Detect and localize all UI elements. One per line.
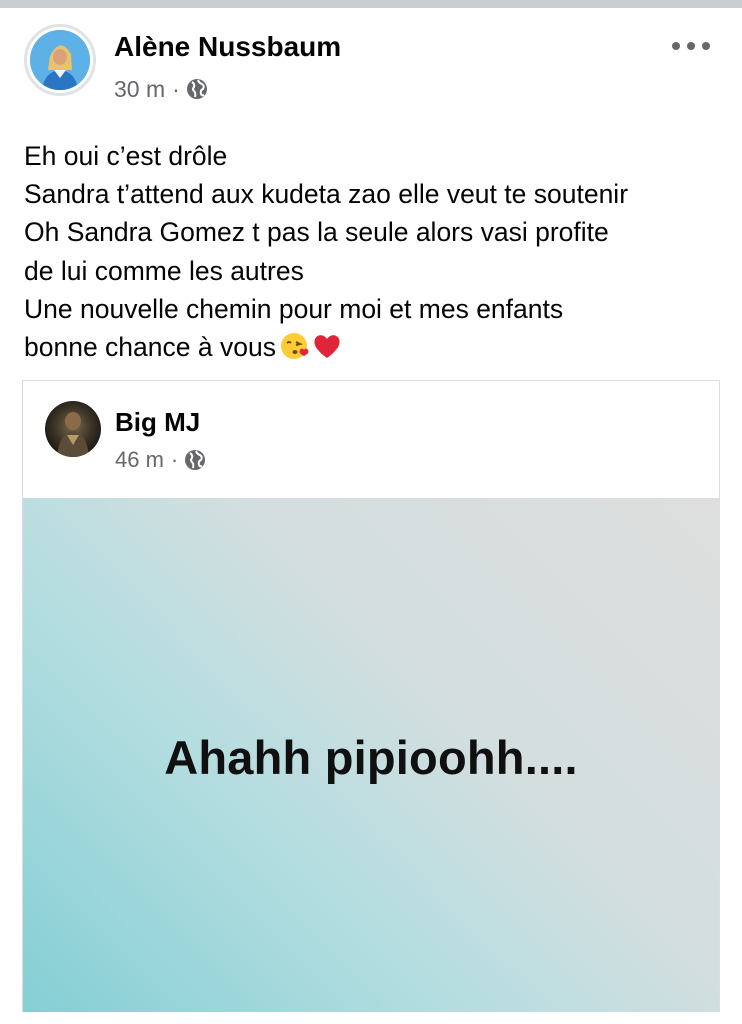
post-text-line: bonne chance à vous: [24, 332, 342, 362]
globe-icon[interactable]: [184, 449, 206, 471]
shared-post-meta: 46 m ·: [115, 445, 206, 475]
author-avatar[interactable]: [30, 30, 90, 90]
avatar-photo-icon: [30, 30, 90, 90]
shared-post-text: Ahahh pipioohh....: [164, 731, 578, 784]
post-text-line-content: bonne chance à vous: [24, 332, 276, 363]
meta-separator: ·: [172, 75, 180, 102]
post-text-line: Eh oui c’est drôle: [24, 141, 228, 171]
shared-author-name[interactable]: Big MJ: [115, 407, 200, 438]
post-body-text: Eh oui c’est drôle Sandra t’attend aux k…: [24, 137, 724, 366]
more-dot: [702, 42, 710, 50]
meta-separator: ·: [170, 447, 179, 472]
post-text-line: Oh Sandra Gomez t pas la seule alors vas…: [24, 217, 609, 248]
more-horizontal-icon[interactable]: [672, 38, 710, 54]
face-blowing-kiss-icon: [280, 333, 309, 360]
post-meta: 30 m ·: [114, 74, 208, 104]
shared-author-avatar[interactable]: [45, 401, 101, 457]
shared-post-background[interactable]: Ahahh pipioohh....: [23, 498, 719, 1012]
post-text-line: de lui comme les autres: [24, 255, 304, 286]
post-text-line: Sandra t’attend aux kudeta zao elle veut…: [24, 179, 629, 210]
more-dot: [687, 42, 695, 50]
shared-avatar-photo-icon: [57, 412, 89, 457]
feed-divider: [0, 0, 742, 8]
post-header: [0, 8, 742, 108]
globe-icon[interactable]: [186, 78, 208, 100]
shared-post-timestamp[interactable]: 46 m: [115, 447, 164, 473]
author-name[interactable]: Alène Nussbaum: [114, 31, 341, 63]
more-dot: [672, 42, 680, 50]
post-timestamp[interactable]: 30 m: [114, 76, 165, 103]
post-text-line: Une nouvelle chemin pour moi et mes enfa…: [24, 293, 564, 324]
red-heart-icon: [314, 335, 340, 359]
shared-post-card[interactable]: Big MJ 46 m · Ahahh pipioohh....: [22, 380, 720, 1012]
